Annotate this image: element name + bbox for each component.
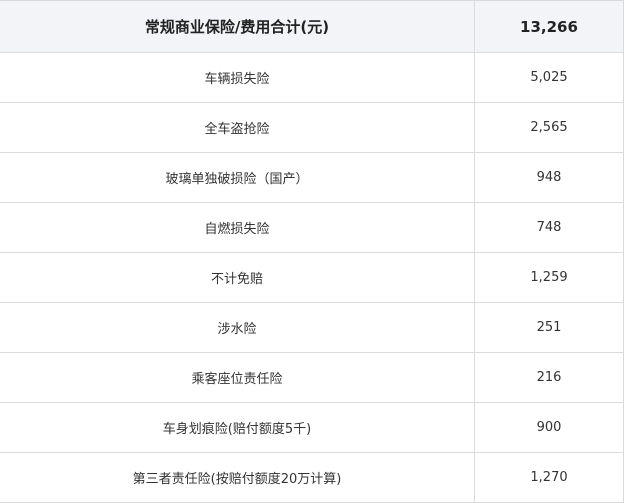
insurance-cost: 900 — [536, 420, 562, 435]
insurance-cost: 216 — [536, 370, 562, 385]
insurance-cost: 748 — [536, 220, 562, 235]
insurance-name: 全车盗抢险 — [0, 103, 475, 152]
insurance-name: 不计免赔 — [0, 253, 475, 302]
insurance-cost: 1,270 — [530, 470, 568, 485]
insurance-name: 第三者责任险(按赔付额度20万计算) — [0, 453, 475, 502]
header-total: 13,266 — [520, 17, 578, 36]
insurance-name: 车身划痕险(赔付额度5千) — [0, 403, 475, 452]
insurance-name: 车辆损失险 — [0, 53, 475, 102]
table-header-row: 常规商业保险/费用合计(元) 13,266 — [0, 1, 623, 52]
table-row: 乘客座位责任险 216 — [0, 352, 623, 402]
table-row: 涉水险 251 — [0, 302, 623, 352]
insurance-cost-table: 常规商业保险/费用合计(元) 13,266 车辆损失险 5,025 全车盗抢险 … — [0, 0, 624, 503]
table-row: 车身划痕险(赔付额度5千) 900 — [0, 402, 623, 452]
table-row: 自燃损失险 748 — [0, 202, 623, 252]
insurance-name: 涉水险 — [0, 303, 475, 352]
table-row: 玻璃单独破损险（国产） 948 — [0, 152, 623, 202]
table-row: 全车盗抢险 2,565 — [0, 102, 623, 152]
insurance-name: 自燃损失险 — [0, 203, 475, 252]
table-row: 第三者责任险(按赔付额度20万计算) 1,270 — [0, 452, 623, 502]
insurance-cost: 948 — [536, 170, 562, 185]
insurance-name: 玻璃单独破损险（国产） — [0, 153, 475, 202]
insurance-cost: 2,565 — [530, 120, 568, 135]
insurance-cost: 251 — [536, 320, 562, 335]
header-title: 常规商业保险/费用合计(元) — [0, 1, 475, 52]
table-row: 车辆损失险 5,025 — [0, 52, 623, 102]
insurance-name: 乘客座位责任险 — [0, 353, 475, 402]
insurance-cost: 5,025 — [530, 70, 568, 85]
table-row: 不计免赔 1,259 — [0, 252, 623, 302]
insurance-cost: 1,259 — [530, 270, 568, 285]
